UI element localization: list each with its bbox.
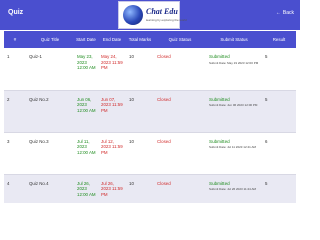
submit-status-cell: Submitted Submit Date: Jun 06 2023 12:00… bbox=[206, 90, 262, 133]
submit-status-cell: Submitted Submit Date: Jul 26 2023 11:24… bbox=[206, 174, 262, 203]
submit-date: Submit Date: Jun 06 2023 12:00 PM bbox=[209, 103, 258, 108]
submit-status: Submitted bbox=[209, 54, 230, 59]
start-date: Jun 06, 2023 12:00 AM bbox=[74, 90, 98, 133]
total-marks: 10 bbox=[126, 90, 154, 133]
table-row: 3 Quiz No.3 Jul 11, 2023 12:00 AM Jul 12… bbox=[4, 132, 296, 175]
total-marks: 10 bbox=[126, 174, 154, 203]
table-row: 4 Quiz No.4 Jul 26, 2023 12:00 AM Jul 26… bbox=[4, 174, 296, 203]
end-date: Jun 07, 2023 11:59 PM bbox=[98, 90, 126, 133]
quiz-title[interactable]: Quiz No.3 bbox=[26, 132, 74, 175]
table-header-row: # Quiz Title Start Date End Date Total M… bbox=[4, 31, 296, 48]
column-header: Result bbox=[272, 37, 286, 42]
end-date: Jul 26, 2023 11:59 PM bbox=[98, 174, 126, 203]
table-row: 2 Quiz No.2 Jun 06, 2023 12:00 AM Jun 07… bbox=[4, 90, 296, 133]
back-arrow-icon: ← bbox=[275, 10, 281, 16]
quiz-status: Closed bbox=[154, 174, 206, 203]
result: 5 bbox=[262, 174, 296, 203]
quiz-status: Closed bbox=[154, 90, 206, 133]
column-header: End Date bbox=[102, 37, 122, 42]
quiz-table: # Quiz Title Start Date End Date Total M… bbox=[4, 31, 296, 203]
end-date: Jul 12, 2023 11:59 PM bbox=[98, 132, 126, 175]
submit-date: Submit Date: May 19 2023 12:00 PM bbox=[209, 60, 259, 65]
submit-status-cell: Submitted Submit Date: Jul 11 2023 12:41… bbox=[206, 132, 262, 175]
column-header: Total Marks bbox=[128, 37, 152, 42]
quiz-status: Closed bbox=[154, 132, 206, 175]
logo-name: Chat Edu bbox=[146, 7, 178, 16]
quiz-title[interactable]: Quiz No.2 bbox=[26, 90, 74, 133]
result: 5 bbox=[262, 48, 296, 91]
total-marks: 10 bbox=[126, 132, 154, 175]
end-date: May 24, 2023 11:59 PM bbox=[98, 48, 126, 91]
submit-status: Submitted bbox=[209, 138, 230, 144]
globe-icon bbox=[123, 5, 143, 25]
back-label: Back bbox=[282, 10, 294, 16]
page-title: Quiz bbox=[8, 9, 24, 16]
submit-status: Submitted bbox=[209, 180, 230, 186]
submit-status-cell: Submitted Submit Date: May 19 2023 12:00… bbox=[206, 48, 262, 91]
column-header: Submit Status bbox=[220, 37, 248, 42]
logo-tagline: learning by exploring the world bbox=[146, 18, 187, 22]
quiz-status: Closed bbox=[154, 48, 206, 91]
submit-date: Submit Date: Jul 26 2023 11:24 AM bbox=[209, 187, 256, 192]
quiz-title[interactable]: Quiz No.4 bbox=[26, 174, 74, 203]
table-row: 1 Quiz-1 May 23, 2023 12:00 AM May 24, 2… bbox=[4, 48, 296, 91]
quiz-title[interactable]: Quiz-1 bbox=[26, 48, 74, 91]
back-button[interactable]: ← Back bbox=[276, 10, 294, 16]
column-header: Start Date bbox=[76, 37, 96, 42]
total-marks: 10 bbox=[126, 48, 154, 91]
row-number: 2 bbox=[4, 90, 26, 133]
row-number: 3 bbox=[4, 132, 26, 175]
start-date: Jul 26, 2023 12:00 AM bbox=[74, 174, 98, 203]
row-number: 1 bbox=[4, 48, 26, 91]
quiz-table-container: # Quiz Title Start Date End Date Total M… bbox=[4, 31, 296, 203]
result: 6 bbox=[262, 132, 296, 175]
start-date: May 23, 2023 12:00 AM bbox=[74, 48, 98, 91]
row-number: 4 bbox=[4, 174, 26, 203]
column-header: # bbox=[13, 37, 17, 42]
submit-date: Submit Date: Jul 11 2023 12:41 AM bbox=[209, 145, 256, 150]
submit-status: Submitted bbox=[209, 96, 230, 102]
result: 5 bbox=[262, 90, 296, 133]
column-header: Quiz Status bbox=[168, 37, 192, 42]
top-bar: Quiz Chat Edu learning by exploring the … bbox=[0, 0, 300, 30]
start-date: Jul 11, 2023 12:00 AM bbox=[74, 132, 98, 175]
column-header: Quiz Title bbox=[40, 37, 60, 42]
chat-edu-logo[interactable]: Chat Edu learning by exploring the world bbox=[118, 1, 187, 29]
